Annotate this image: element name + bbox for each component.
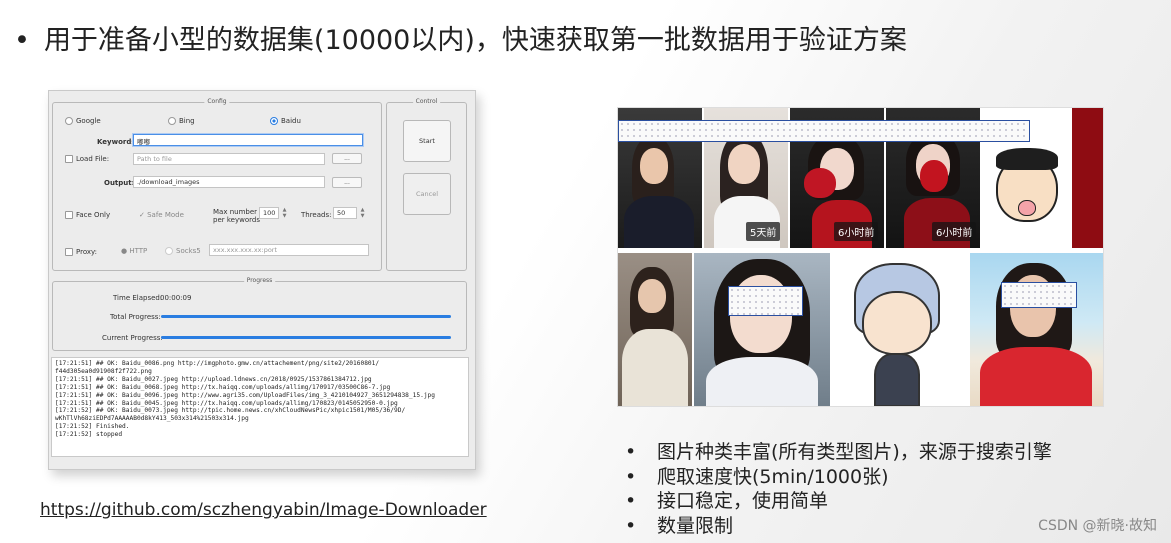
max-number-stepper[interactable]: ▲ ▼ (281, 207, 288, 219)
checkbox-icon (65, 211, 73, 219)
load-file-checkbox[interactable]: Load File: (65, 155, 109, 163)
radio-dot-icon: ● (121, 247, 128, 255)
engine-radio-bing[interactable]: Bing (168, 117, 195, 125)
log-line: [17:21:52] stopped (55, 431, 123, 439)
output-input[interactable]: ./download_images (133, 176, 325, 188)
log-output[interactable]: [17:21:51] ## OK: Baidu_0086.png http://… (51, 357, 469, 457)
result-image (970, 253, 1103, 406)
result-image (832, 253, 968, 406)
radio-selected-icon (270, 117, 278, 125)
total-progress-bar (161, 315, 451, 318)
config-group: Config Google Bing Baidu Keywords: 嘟嘟 Lo… (52, 98, 382, 271)
time-elapsed-value: 00:00:09 (160, 294, 192, 302)
repo-link[interactable]: https://github.com/sczhengyabin/Image-Do… (40, 500, 487, 520)
load-file-input[interactable]: Path to file (133, 153, 325, 165)
output-browse-button[interactable]: ... (332, 177, 362, 188)
current-progress-bar (161, 336, 451, 339)
log-line: [17:21:51] ## OK: Baidu_0096.jpeg http:/… (55, 391, 435, 399)
privacy-mask (618, 120, 1030, 142)
log-line: [17:21:51] ## OK: Baidu_0068.jpeg http:/… (55, 383, 391, 391)
threads-stepper[interactable]: ▲ ▼ (359, 207, 366, 219)
feature-item: 爬取速度快(5min/1000张) (625, 465, 1052, 490)
checkbox-icon (65, 248, 73, 256)
http-label: HTTP (129, 247, 148, 255)
socks-label: Socks5 (176, 247, 201, 255)
slide-headline: • 用于准备小型的数据集(10000以内)，快速获取第一批数据用于验证方案 (14, 18, 907, 57)
keywords-input[interactable]: 嘟嘟 (133, 134, 363, 146)
radio-icon (168, 117, 176, 125)
output-label: Output: (104, 179, 135, 187)
log-line: [17:21:51] ## OK: Baidu_0045.jpeg http:/… (55, 399, 398, 407)
max-number-label-line2: per keywords (213, 216, 260, 224)
engine-label: Bing (179, 117, 195, 125)
result-image (618, 253, 692, 406)
current-progress-label: Current Progress: (102, 334, 163, 342)
load-file-label: Load File: (76, 155, 110, 163)
engine-label: Baidu (281, 117, 301, 125)
progress-group-title: Progress (243, 277, 276, 284)
radio-icon (165, 247, 173, 255)
max-number-label-line1: Max number (213, 208, 258, 216)
log-line: [17:21:51] ## OK: Baidu_0027.jpeg http:/… (55, 375, 372, 383)
checkbox-icon (65, 155, 73, 163)
headline-bullet: • (14, 25, 30, 56)
face-only-checkbox[interactable]: Face Only (65, 211, 110, 219)
face-only-label: Face Only (76, 211, 111, 219)
feature-item: 数量限制 (625, 514, 1052, 539)
feature-item: 图片种类丰富(所有类型图片)，来源于搜索引擎 (625, 440, 1052, 465)
engine-radio-baidu[interactable]: Baidu (270, 117, 301, 125)
proxy-radio-http[interactable]: ● HTTP (121, 247, 147, 255)
proxy-radio-socks5[interactable]: Socks5 (165, 247, 201, 255)
log-line: [17:21:51] ## OK: Baidu_0086.png http://… (55, 360, 380, 367)
total-progress-label: Total Progress: (110, 313, 161, 321)
cancel-button[interactable]: Cancel (403, 173, 451, 215)
safe-mode-checkbox[interactable]: ✓ Safe Mode (139, 211, 184, 219)
checkmark-icon: ✓ (139, 211, 145, 219)
control-group: Control Start Cancel (386, 98, 467, 271)
csdn-watermark: CSDN @新晓·故知 (1038, 518, 1157, 534)
time-badge: 6小时前 (932, 222, 977, 241)
threads-label: Threads: (301, 211, 332, 219)
engine-radio-google[interactable]: Google (65, 117, 101, 125)
log-line: [17:21:52] Finished. (55, 423, 130, 431)
max-number-input[interactable]: 100 (259, 207, 279, 219)
config-group-title: Config (204, 98, 230, 105)
privacy-mask (1001, 282, 1077, 308)
log-line: f44d305ea0d91908f2f722.png (55, 367, 152, 375)
result-image (694, 253, 830, 406)
image-downloader-window: Config Google Bing Baidu Keywords: 嘟嘟 Lo… (48, 90, 476, 470)
safe-mode-label: Safe Mode (147, 211, 184, 219)
proxy-checkbox[interactable]: Proxy: (65, 248, 97, 256)
threads-input[interactable]: 50 (333, 207, 357, 219)
feature-list: 图片种类丰富(所有类型图片)，来源于搜索引擎 爬取速度快(5min/1000张)… (625, 440, 1052, 538)
log-line: [17:21:52] ## OK: Baidu_0073.jpeg http:/… (55, 407, 406, 415)
headline-text: 用于准备小型的数据集(10000以内)，快速获取第一批数据用于验证方案 (43, 25, 907, 56)
privacy-mask (728, 286, 803, 316)
proxy-label: Proxy: (76, 248, 98, 256)
radio-icon (65, 117, 73, 125)
proxy-address-input[interactable]: xxx.xxx.xxx.xx:port (209, 244, 369, 256)
log-line: wKhTlVh68ziEDPd7AAAAAB0d8kY413_503x314%2… (55, 415, 249, 423)
start-button[interactable]: Start (403, 120, 451, 162)
result-image (1072, 108, 1103, 248)
max-number-label: Max number per keywords (213, 208, 260, 224)
image-search-results: 5天前 6小时前 6小时前 (617, 107, 1104, 407)
control-group-title: Control (412, 98, 441, 105)
load-file-browse-button[interactable]: ... (332, 153, 362, 164)
time-elapsed-label: Time Elapsed: (113, 294, 163, 302)
time-badge: 6小时前 (834, 222, 879, 241)
feature-item: 接口稳定，使用简单 (625, 489, 1052, 514)
progress-group: Progress Time Elapsed: 00:00:09 Total Pr… (52, 277, 467, 351)
engine-label: Google (76, 117, 101, 125)
time-badge: 5天前 (746, 222, 781, 241)
